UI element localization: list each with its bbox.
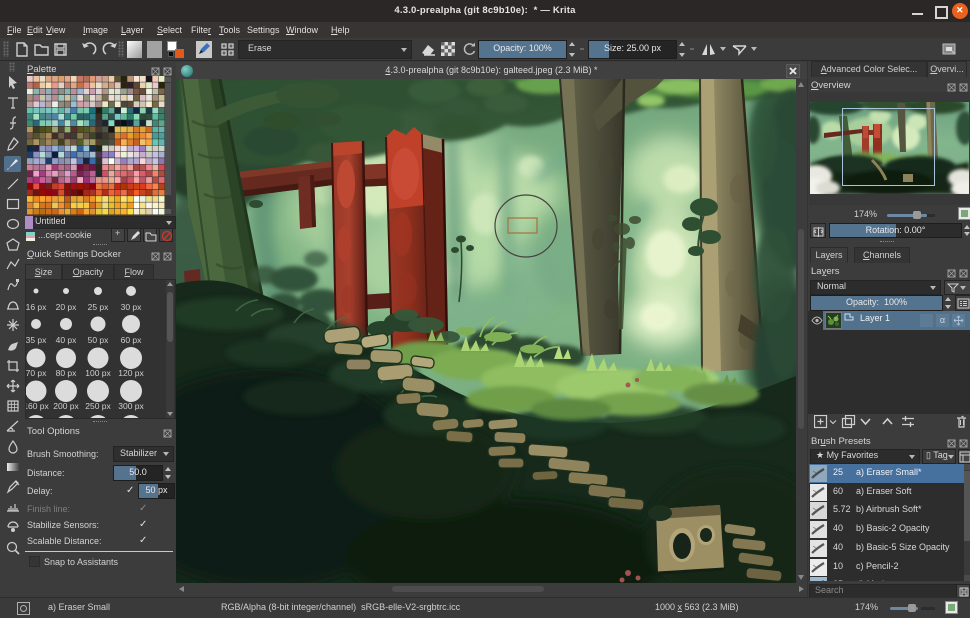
svg-text:16 px: 16 px: [26, 302, 48, 312]
svg-text:35 px: 35 px: [26, 335, 48, 345]
svg-text:50 px: 50 px: [88, 335, 110, 345]
svg-text:80 px: 80 px: [56, 368, 78, 378]
svg-text:25 px: 25 px: [88, 302, 110, 312]
svg-text:300 px: 300 px: [118, 401, 144, 411]
svg-text:250 px: 250 px: [85, 401, 111, 411]
svg-text:200 px: 200 px: [53, 401, 79, 411]
svg-text:20 px: 20 px: [56, 302, 78, 312]
svg-text:70 px: 70 px: [26, 368, 48, 378]
svg-text:160 px: 160 px: [25, 401, 50, 411]
svg-text:40 px: 40 px: [56, 335, 78, 345]
svg-text:120 px: 120 px: [118, 368, 144, 378]
svg-text:30 px: 30 px: [121, 302, 143, 312]
svg-text:100 px: 100 px: [85, 368, 111, 378]
svg-text:60 px: 60 px: [121, 335, 143, 345]
